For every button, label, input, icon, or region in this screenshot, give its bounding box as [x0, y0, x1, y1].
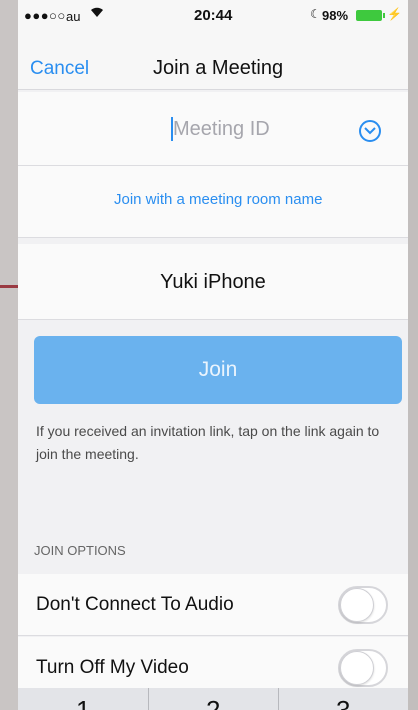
- video-option-label: Turn Off My Video: [36, 657, 189, 678]
- moon-icon: ☾: [310, 7, 321, 21]
- battery-percent: 98%: [322, 8, 349, 23]
- meeting-id-row: [18, 92, 408, 166]
- audio-toggle[interactable]: [338, 586, 388, 624]
- clock: 20:44: [194, 7, 233, 24]
- navigation-bar: Cancel Join a Meeting: [18, 30, 408, 90]
- keypad-divider: [278, 688, 279, 710]
- background-right: [408, 0, 418, 710]
- room-name-row: Join with a meeting room name: [18, 166, 408, 238]
- audio-option-label: Don't Connect To Audio: [36, 594, 234, 615]
- battery-icon: [356, 10, 385, 21]
- carrier-label: au: [66, 9, 81, 24]
- keypad-divider: [148, 688, 149, 710]
- wifi-icon: [90, 6, 104, 21]
- keypad-key-3[interactable]: 3: [336, 695, 350, 710]
- invitation-hint: If you received an invitation link, tap …: [36, 423, 380, 462]
- join-with-room-name-link[interactable]: Join with a meeting room name: [114, 191, 322, 208]
- keypad-key-1[interactable]: 1: [76, 695, 90, 710]
- screen-name-input[interactable]: [18, 266, 408, 298]
- screen-name-row: [18, 244, 408, 320]
- toggle-knob: [340, 651, 374, 685]
- join-button[interactable]: Join: [34, 336, 402, 404]
- cancel-button[interactable]: Cancel: [30, 58, 89, 80]
- option-row-audio: Don't Connect To Audio: [18, 574, 408, 636]
- toggle-knob: [340, 588, 374, 622]
- background-left: [0, 0, 18, 710]
- numeric-keypad: 1 2 3: [18, 688, 408, 710]
- charging-icon: ⚡: [387, 7, 402, 21]
- join-options-header: JOIN OPTIONS: [34, 543, 126, 558]
- page-title: Join a Meeting: [153, 57, 284, 79]
- status-bar: ●●●○○ au 20:44 ☾ 98% ⚡: [18, 0, 408, 30]
- phone-screen: ●●●○○ au 20:44 ☾ 98% ⚡ Cancel Join a Mee…: [18, 0, 408, 710]
- signal-strength-icon: ●●●○○: [24, 8, 66, 23]
- video-toggle[interactable]: [338, 649, 388, 687]
- keypad-key-2[interactable]: 2: [206, 695, 220, 710]
- meeting-id-input[interactable]: [173, 114, 323, 144]
- meeting-history-dropdown-icon[interactable]: [359, 120, 381, 142]
